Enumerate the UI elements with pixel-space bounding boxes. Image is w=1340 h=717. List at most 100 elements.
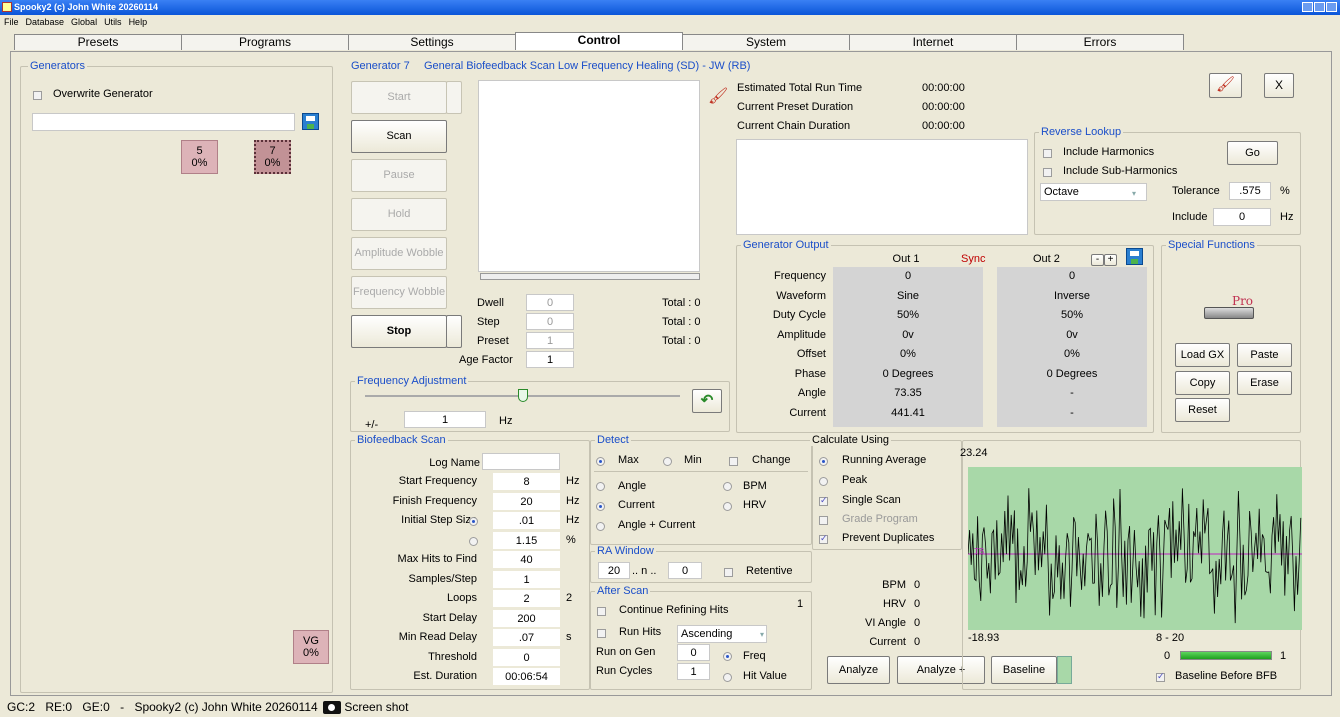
single-scan-checkbox[interactable] bbox=[819, 495, 828, 506]
copy-button[interactable]: Copy bbox=[1175, 371, 1230, 395]
menu-help[interactable]: Help bbox=[129, 15, 148, 32]
octave-select[interactable]: Octave ▾ bbox=[1040, 183, 1147, 201]
tab-system[interactable]: System bbox=[682, 34, 850, 50]
include-input[interactable]: 0 bbox=[1213, 208, 1271, 226]
bfb-row-value[interactable]: .01 bbox=[493, 512, 560, 529]
after-freq-radio[interactable] bbox=[723, 652, 732, 661]
status-gc: GC:2 bbox=[7, 700, 36, 714]
amplitude-wobble-button[interactable]: Amplitude Wobble bbox=[351, 237, 447, 270]
detect-min-radio[interactable] bbox=[663, 457, 672, 466]
window-title: Spooky2 (c) John White 20260114 bbox=[14, 2, 159, 12]
menu-global[interactable]: Global bbox=[71, 15, 97, 32]
tile-number: VG bbox=[303, 635, 319, 647]
tab-control[interactable]: Control bbox=[515, 32, 683, 50]
freq-adjust-input[interactable]: 1 bbox=[404, 411, 486, 428]
stop-dropdown[interactable] bbox=[446, 315, 462, 348]
tab-settings[interactable]: Settings bbox=[348, 34, 516, 50]
stop-button[interactable]: Stop bbox=[351, 315, 447, 348]
start-dropdown[interactable] bbox=[446, 81, 462, 114]
running-average-radio[interactable] bbox=[819, 457, 828, 466]
continue-refining-checkbox[interactable] bbox=[597, 607, 606, 616]
overwrite-checkbox[interactable] bbox=[33, 91, 42, 100]
bfb-row-value[interactable]: 40 bbox=[493, 551, 560, 568]
bfb-row-value[interactable]: 200 bbox=[493, 609, 560, 627]
detect-change-checkbox[interactable] bbox=[729, 457, 738, 466]
save-icon[interactable] bbox=[1126, 248, 1143, 265]
bfb-row-value[interactable]: .07 bbox=[493, 629, 560, 646]
paste-button[interactable]: Paste bbox=[1237, 343, 1292, 367]
menu-file[interactable]: File bbox=[4, 15, 19, 32]
undo-icon[interactable]: ↶ bbox=[692, 389, 722, 413]
menu-database[interactable]: Database bbox=[26, 15, 65, 32]
menu-utils[interactable]: Utils bbox=[104, 15, 122, 32]
tab-programs[interactable]: Programs bbox=[181, 34, 349, 50]
generator-tile-7[interactable]: 7 0% bbox=[254, 140, 291, 174]
include-subharmonics-checkbox[interactable] bbox=[1043, 168, 1052, 177]
generator-tile-vg[interactable]: VG 0% bbox=[293, 630, 329, 664]
screenshot-label[interactable]: Screen shot bbox=[344, 700, 408, 714]
retentive-checkbox[interactable] bbox=[724, 568, 733, 577]
freq-slider-thumb[interactable] bbox=[517, 389, 528, 402]
age-factor-value[interactable]: 1 bbox=[526, 351, 574, 368]
detect-angle-current-radio[interactable] bbox=[596, 522, 605, 531]
clear-brush-icon[interactable]: 🖌 bbox=[708, 86, 728, 106]
run-cycles-input[interactable]: 1 bbox=[677, 663, 710, 680]
bfb-row-value[interactable]: 2 bbox=[493, 590, 560, 607]
minimize-icon[interactable] bbox=[1302, 2, 1313, 12]
log-name-label: Log Name bbox=[429, 457, 480, 469]
ra-window-min-input[interactable]: 20 bbox=[598, 562, 630, 579]
run-hits-checkbox[interactable] bbox=[597, 629, 606, 638]
erase-button[interactable]: Erase bbox=[1237, 371, 1292, 395]
analyze-button[interactable]: Analyze bbox=[827, 656, 890, 684]
load-gx-button[interactable]: Load GX bbox=[1175, 343, 1230, 367]
grade-program-checkbox[interactable] bbox=[819, 516, 828, 525]
scan-button[interactable]: Scan bbox=[351, 120, 447, 153]
out2-value: Inverse bbox=[1053, 289, 1091, 302]
run-on-gen-input[interactable]: 0 bbox=[677, 644, 710, 661]
clear-brush-icon[interactable]: 🖌 bbox=[1209, 73, 1242, 98]
bfb-row-label: Start Frequency bbox=[398, 475, 477, 487]
frequency-wobble-button[interactable]: Frequency Wobble bbox=[351, 276, 447, 309]
bfb-row-value[interactable]: 8 bbox=[493, 473, 560, 490]
close-generator-button[interactable]: X bbox=[1264, 73, 1294, 98]
step-size-pct-radio[interactable] bbox=[469, 537, 478, 546]
detect-current-radio[interactable] bbox=[596, 502, 605, 511]
minus-button[interactable]: - bbox=[1091, 254, 1104, 266]
detect-bpm-radio[interactable] bbox=[723, 482, 732, 491]
detect-max-radio[interactable] bbox=[596, 457, 605, 466]
tolerance-input[interactable]: .575 bbox=[1229, 182, 1271, 200]
detect-angle-radio[interactable] bbox=[596, 482, 605, 491]
bfb-row-value[interactable]: 1.15 bbox=[493, 531, 560, 549]
reverse-go-button[interactable]: Go bbox=[1227, 141, 1278, 165]
bfb-row-value[interactable]: 20 bbox=[493, 492, 560, 510]
detect-hrv-radio[interactable] bbox=[723, 502, 732, 511]
generator-name-input[interactable] bbox=[32, 113, 295, 131]
prevent-duplicates-checkbox[interactable] bbox=[819, 533, 828, 544]
plus-button[interactable]: + bbox=[1104, 254, 1117, 266]
camera-icon[interactable] bbox=[323, 701, 342, 715]
tab-errors[interactable]: Errors bbox=[1016, 34, 1184, 50]
generator-tile-5[interactable]: 5 0% bbox=[181, 140, 218, 174]
hold-button[interactable]: Hold bbox=[351, 198, 447, 231]
close-icon[interactable] bbox=[1326, 2, 1337, 12]
bfb-row-value[interactable]: 00:06:54 bbox=[493, 668, 560, 685]
tab-presets[interactable]: Presets bbox=[14, 34, 182, 50]
pause-button[interactable]: Pause bbox=[351, 159, 447, 192]
include-harmonics-checkbox[interactable] bbox=[1043, 149, 1052, 158]
log-name-input[interactable] bbox=[482, 453, 560, 470]
start-button[interactable]: Start bbox=[351, 81, 447, 114]
after-hit-value-radio[interactable] bbox=[723, 673, 732, 682]
run-hits-order-select[interactable]: Ascending ▾ bbox=[677, 625, 767, 643]
tab-internet[interactable]: Internet bbox=[849, 34, 1017, 50]
peak-radio[interactable] bbox=[819, 477, 828, 486]
step-size-hz-radio[interactable] bbox=[469, 517, 478, 526]
bfb-row-value[interactable]: 0 bbox=[493, 648, 560, 666]
chain-value: 00:00:00 bbox=[922, 120, 965, 132]
baseline-before-bfb-checkbox[interactable] bbox=[1156, 671, 1165, 682]
reset-button[interactable]: Reset bbox=[1175, 398, 1230, 422]
maximize-icon[interactable] bbox=[1314, 2, 1325, 12]
bfb-row-value[interactable]: 1 bbox=[493, 570, 560, 588]
save-icon[interactable] bbox=[302, 113, 319, 130]
baseline-before-bfb-label: Baseline Before BFB bbox=[1175, 670, 1278, 682]
ra-window-max-input[interactable]: 0 bbox=[668, 562, 702, 579]
